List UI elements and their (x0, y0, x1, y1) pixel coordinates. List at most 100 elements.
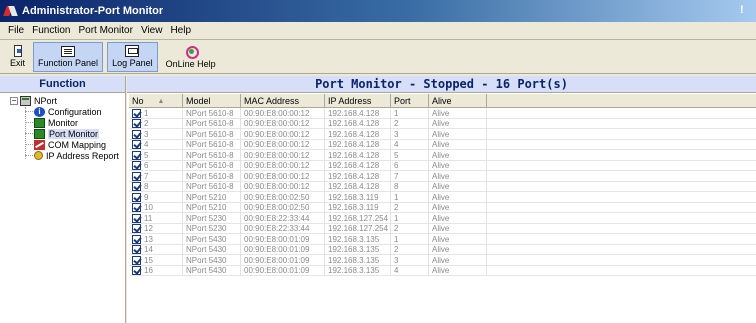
row-checkbox[interactable] (132, 203, 141, 212)
window-control-icon[interactable]: ! (740, 4, 752, 18)
cell-no[interactable]: 8 (129, 181, 183, 192)
cell-no[interactable]: 2 (129, 118, 183, 129)
row-checkbox[interactable] (132, 255, 141, 265)
online-help-button[interactable]: OnLine Help (162, 42, 220, 72)
cell-model: NPort 5610-8 (183, 171, 241, 181)
table-row[interactable]: 4 NPort 5610-8 00:90:E8:00:00:12 192.168.4.… (129, 139, 756, 150)
cell-ip-address: 192.168.3.135 (325, 234, 391, 244)
tree-node-label: NPort (34, 95, 58, 106)
cell-model: NPort 5610-8 (183, 108, 241, 118)
table-row[interactable]: 3 NPort 5610-8 00:90:E8:00:00:12 192.168.4.… (129, 129, 756, 140)
row-checkbox[interactable] (132, 161, 141, 170)
menu-function[interactable]: Function (28, 25, 74, 36)
row-checkbox[interactable] (132, 171, 141, 181)
column-header-ip-address[interactable]: IP Address (325, 94, 391, 108)
port-monitor-icon (34, 128, 45, 139)
cell-text: 4 (394, 266, 399, 275)
table-row[interactable]: 16 NPort 5430 00:90:E8:00:01:09 192.168.3.1… (129, 265, 756, 276)
cell-no[interactable]: 6 (129, 160, 183, 171)
cell-text: 9 (144, 192, 149, 202)
column-header-model[interactable]: Model (183, 94, 241, 108)
table-row[interactable]: 10 NPort 5210 00:90:E8:00:02:50 192.168.3.1… (129, 202, 756, 213)
cell-no[interactable]: 7 (129, 171, 183, 181)
cell-text: 6 (394, 161, 399, 170)
cell-text: Alive (432, 140, 450, 149)
monitor-icon (34, 117, 45, 128)
table-row[interactable]: 6 NPort 5610-8 00:90:E8:00:00:12 192.168.4.… (129, 160, 756, 171)
row-checkbox[interactable] (132, 129, 141, 139)
row-checkbox[interactable] (132, 234, 141, 244)
table-row[interactable]: 2 NPort 5610-8 00:90:E8:00:00:12 192.168.4.… (129, 118, 756, 129)
cell-filler (487, 150, 756, 160)
row-checkbox[interactable] (132, 182, 141, 191)
cell-no[interactable]: 12 (129, 223, 183, 234)
cell-no[interactable]: 11 (129, 213, 183, 223)
cell-filler (487, 192, 756, 202)
cell-no[interactable]: 14 (129, 244, 183, 255)
log-panel-button[interactable]: Log Panel (107, 41, 158, 72)
row-checkbox[interactable] (132, 245, 141, 254)
column-header-alive[interactable]: Alive (429, 94, 487, 108)
cell-text: Alive (432, 245, 450, 254)
cell-text: 00:90:E8:22:33:44 (244, 213, 310, 223)
cell-text: 14 (144, 245, 153, 254)
menu-view[interactable]: View (137, 25, 167, 36)
cell-no[interactable]: 9 (129, 192, 183, 202)
row-checkbox[interactable] (132, 140, 141, 149)
cell-text: 00:90:E8:00:00:12 (244, 119, 310, 128)
cell-text: 00:90:E8:00:02:50 (244, 203, 310, 212)
cell-text: 3 (394, 255, 399, 265)
cell-text: Alive (432, 119, 450, 128)
row-checkbox[interactable] (132, 224, 141, 233)
row-checkbox[interactable] (132, 119, 141, 128)
table-row[interactable]: 9 NPort 5210 00:90:E8:00:02:50 192.168.3.11… (129, 192, 756, 203)
table-row[interactable]: 1 NPort 5610-8 00:90:E8:00:00:12 192.168.4.… (129, 108, 756, 119)
table-row[interactable]: 12 NPort 5230 00:90:E8:22:33:44 192.168.127… (129, 223, 756, 234)
tree-item-ip-address-report[interactable]: IP Address Report (34, 150, 119, 161)
menu-help[interactable]: Help (166, 25, 195, 36)
collapse-icon[interactable]: − (10, 96, 18, 105)
row-checkbox[interactable] (132, 192, 141, 202)
column-header-no[interactable]: No ▲ (129, 94, 183, 108)
tree-item-configuration[interactable]: i Configuration (34, 106, 102, 117)
cell-no[interactable]: 5 (129, 150, 183, 160)
table-row[interactable]: 14 NPort 5430 00:90:E8:00:01:09 192.168.3.1… (129, 244, 756, 255)
tree-node-nport[interactable]: − NPort (10, 95, 57, 106)
cell-no[interactable]: 16 (129, 265, 183, 276)
cell-mac-address: 00:90:E8:00:01:09 (241, 234, 325, 244)
cell-no[interactable]: 13 (129, 234, 183, 244)
row-checkbox[interactable] (132, 108, 141, 118)
row-checkbox[interactable] (132, 150, 141, 160)
tree-item-port-monitor[interactable]: Port Monitor (34, 128, 100, 139)
cell-alive: Alive (429, 181, 487, 192)
row-checkbox[interactable] (132, 213, 141, 223)
table-row[interactable]: 13 NPort 5430 00:90:E8:00:01:09 192.168.3.1… (129, 234, 756, 245)
cell-filler (487, 129, 756, 139)
row-checkbox[interactable] (132, 266, 141, 275)
table-row[interactable]: 15 NPort 5430 00:90:E8:00:01:09 192.168.3.1… (129, 255, 756, 266)
info-icon: i (34, 106, 45, 117)
cell-text: 192.168.4.128 (328, 150, 380, 160)
table-row[interactable]: 5 NPort 5610-8 00:90:E8:00:00:12 192.168.4.… (129, 150, 756, 161)
tree-item-monitor[interactable]: Monitor (34, 117, 78, 128)
column-header-mac-address[interactable]: MAC Address (241, 94, 325, 108)
table-row[interactable]: 11 NPort 5230 00:90:E8:22:33:44 192.168.127… (129, 213, 756, 224)
function-panel-button[interactable]: Function Panel (33, 41, 104, 72)
menu-file[interactable]: File (4, 25, 28, 36)
cell-text: NPort 5610-8 (186, 129, 234, 139)
column-header-port[interactable]: Port (391, 94, 429, 108)
cell-text: 192.168.127.254 (328, 224, 389, 233)
cell-model: NPort 5210 (183, 202, 241, 213)
cell-no[interactable]: 10 (129, 202, 183, 213)
cell-no[interactable]: 15 (129, 255, 183, 265)
cell-no[interactable]: 1 (129, 108, 183, 118)
tree-item-com-mapping[interactable]: COM Mapping (34, 139, 106, 150)
cell-filler (487, 161, 756, 171)
cell-no[interactable]: 4 (129, 139, 183, 150)
exit-button[interactable]: Exit (6, 42, 29, 72)
table-row[interactable]: 7 NPort 5610-8 00:90:E8:00:00:12 192.168.4.… (129, 171, 756, 182)
table-row[interactable]: 8 NPort 5610-8 00:90:E8:00:00:12 192.168.4.… (129, 181, 756, 192)
menu-port-monitor[interactable]: Port Monitor (74, 25, 136, 36)
cell-no[interactable]: 3 (129, 129, 183, 139)
cell-text: 4 (144, 140, 149, 149)
